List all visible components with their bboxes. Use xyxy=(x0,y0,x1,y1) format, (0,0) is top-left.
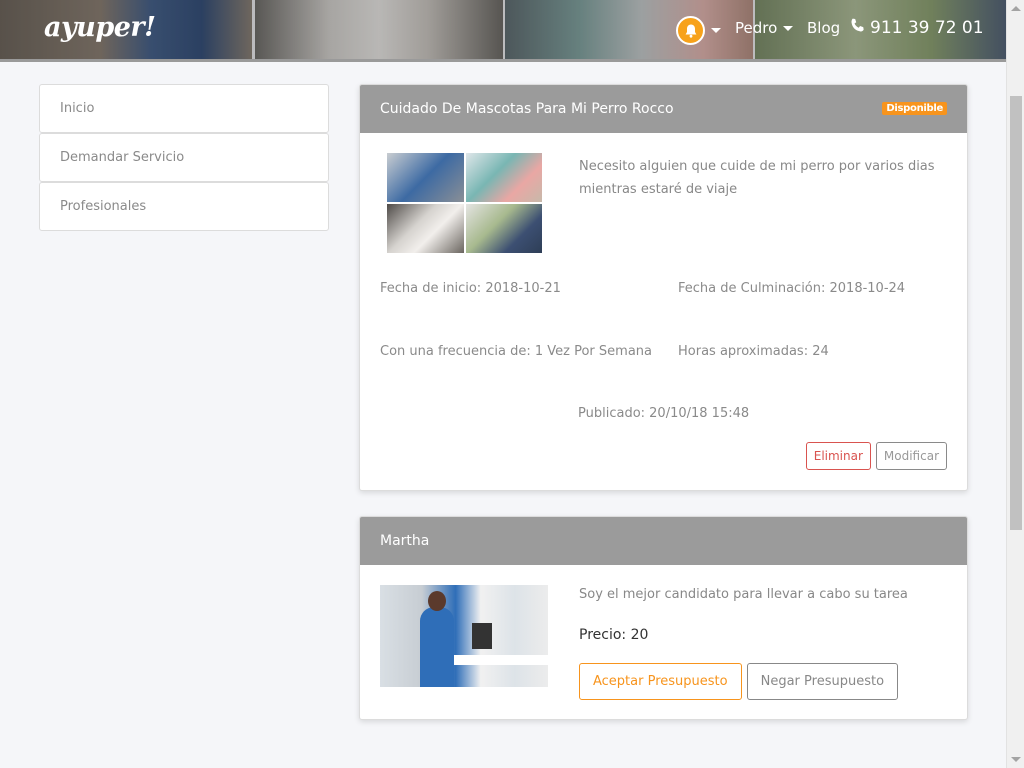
top-header: ayuper! Pedro Blog 911 39 72 01 xyxy=(0,0,1006,62)
service-image-collage xyxy=(387,153,542,253)
blog-link[interactable]: Blog xyxy=(807,19,840,37)
offer-price: Precio: 20 xyxy=(579,627,649,643)
scroll-down-arrow-icon[interactable] xyxy=(1011,757,1021,762)
collage-photo-cooking xyxy=(465,204,542,253)
start-date: Fecha de inicio: 2018-10-21 xyxy=(380,281,561,296)
professional-photo xyxy=(380,585,548,687)
collage-photo-dog xyxy=(387,204,464,253)
sidebar-item-profesionales[interactable]: Profesionales xyxy=(39,182,329,231)
photo-monitor-shape xyxy=(472,623,492,649)
page-scrollbar[interactable] xyxy=(1006,0,1024,768)
service-card-header: Cuidado De Mascotas Para Mi Perro Rocco … xyxy=(360,85,967,133)
reject-quote-button[interactable]: Negar Presupuesto xyxy=(746,663,899,700)
end-date: Fecha de Culminación: 2018-10-24 xyxy=(678,281,906,296)
sidebar-item-demandar-servicio[interactable]: Demandar Servicio xyxy=(39,133,329,182)
service-request-card: Cuidado De Mascotas Para Mi Perro Rocco … xyxy=(359,84,968,491)
offer-card-header: Martha xyxy=(360,517,967,565)
phone-number: 911 39 72 01 xyxy=(870,18,984,38)
service-title: Cuidado De Mascotas Para Mi Perro Rocco xyxy=(380,101,674,117)
user-name: Pedro xyxy=(735,19,778,37)
delete-button[interactable]: Eliminar xyxy=(805,442,871,470)
chevron-down-icon xyxy=(711,28,721,33)
service-actions: Eliminar Modificar xyxy=(805,442,947,470)
approx-hours: Horas aproximadas: 24 xyxy=(678,344,829,359)
bell-icon[interactable] xyxy=(676,16,705,45)
service-description: Necesito alguien que cuide de mi perro p… xyxy=(579,159,935,197)
accept-quote-button[interactable]: Aceptar Presupuesto xyxy=(579,663,742,700)
site-logo[interactable]: ayuper! xyxy=(44,12,156,43)
published-timestamp: Publicado: 20/10/18 15:48 xyxy=(578,406,750,421)
status-badge: Disponible xyxy=(882,102,947,115)
offer-card: Martha Soy el mejor candidato para lleva… xyxy=(359,516,968,720)
scroll-thumb[interactable] xyxy=(1010,96,1022,530)
collage-photo-cleaning xyxy=(387,153,464,202)
phone-icon xyxy=(849,17,866,39)
edit-button[interactable]: Modificar xyxy=(875,442,947,470)
sidebar-menu: Inicio Demandar Servicio Profesionales xyxy=(39,84,329,231)
professional-name: Martha xyxy=(380,533,430,549)
user-menu-dropdown[interactable]: Pedro xyxy=(735,19,794,37)
notifications-dropdown[interactable] xyxy=(676,16,721,45)
offer-message: Soy el mejor candidato para llevar a cab… xyxy=(579,587,908,602)
collage-photo-laundry xyxy=(465,153,542,202)
chevron-down-icon xyxy=(783,25,794,31)
photo-person-shape xyxy=(420,607,454,687)
phone-link[interactable]: 911 39 72 01 xyxy=(849,17,984,39)
sidebar-item-inicio[interactable]: Inicio xyxy=(39,84,329,133)
offer-actions: Aceptar Presupuesto Negar Presupuesto xyxy=(579,663,899,700)
photo-desk-shape xyxy=(440,655,548,665)
scroll-up-arrow-icon[interactable] xyxy=(1011,6,1021,11)
frequency: Con una frecuencia de: 1 Vez Por Semana xyxy=(380,344,652,359)
photo-head-shape xyxy=(428,591,446,611)
